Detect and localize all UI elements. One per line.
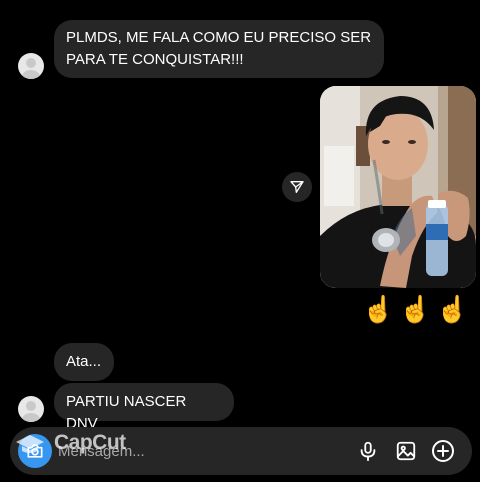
reactions-row: ☝️ ☝️ ☝️ (362, 293, 468, 325)
microphone-icon (360, 441, 376, 462)
add-button[interactable] (431, 439, 455, 463)
reaction-emoji[interactable]: ☝️ (436, 293, 468, 325)
reaction-emoji[interactable]: ☝️ (362, 293, 394, 325)
message-bubble[interactable]: PLMDS, ME FALA COMO EU PRECISO SER PARA … (54, 20, 384, 78)
photo-image (320, 86, 476, 288)
message-text: Ata... (66, 353, 102, 370)
avatar[interactable] (18, 396, 44, 422)
plus-circle-icon (432, 440, 454, 462)
avatar[interactable] (18, 53, 44, 79)
shared-photo[interactable] (320, 86, 476, 288)
microphone-button[interactable] (356, 439, 380, 463)
message-bubble[interactable]: PARTIU NASCER DNV (54, 383, 234, 432)
message-text: PLMDS, ME FALA COMO EU PRECISO SER PARA … (66, 29, 372, 68)
capcut-watermark: CapCut (14, 431, 126, 455)
share-button[interactable] (282, 172, 312, 202)
watermark-text: CapCut (54, 431, 126, 454)
message-bubble[interactable]: Ata... (54, 343, 114, 381)
reaction-emoji[interactable]: ☝️ (399, 293, 431, 325)
send-icon (290, 181, 304, 193)
gallery-icon (396, 441, 416, 461)
gallery-button[interactable] (394, 439, 418, 463)
capcut-logo-icon (16, 435, 44, 453)
